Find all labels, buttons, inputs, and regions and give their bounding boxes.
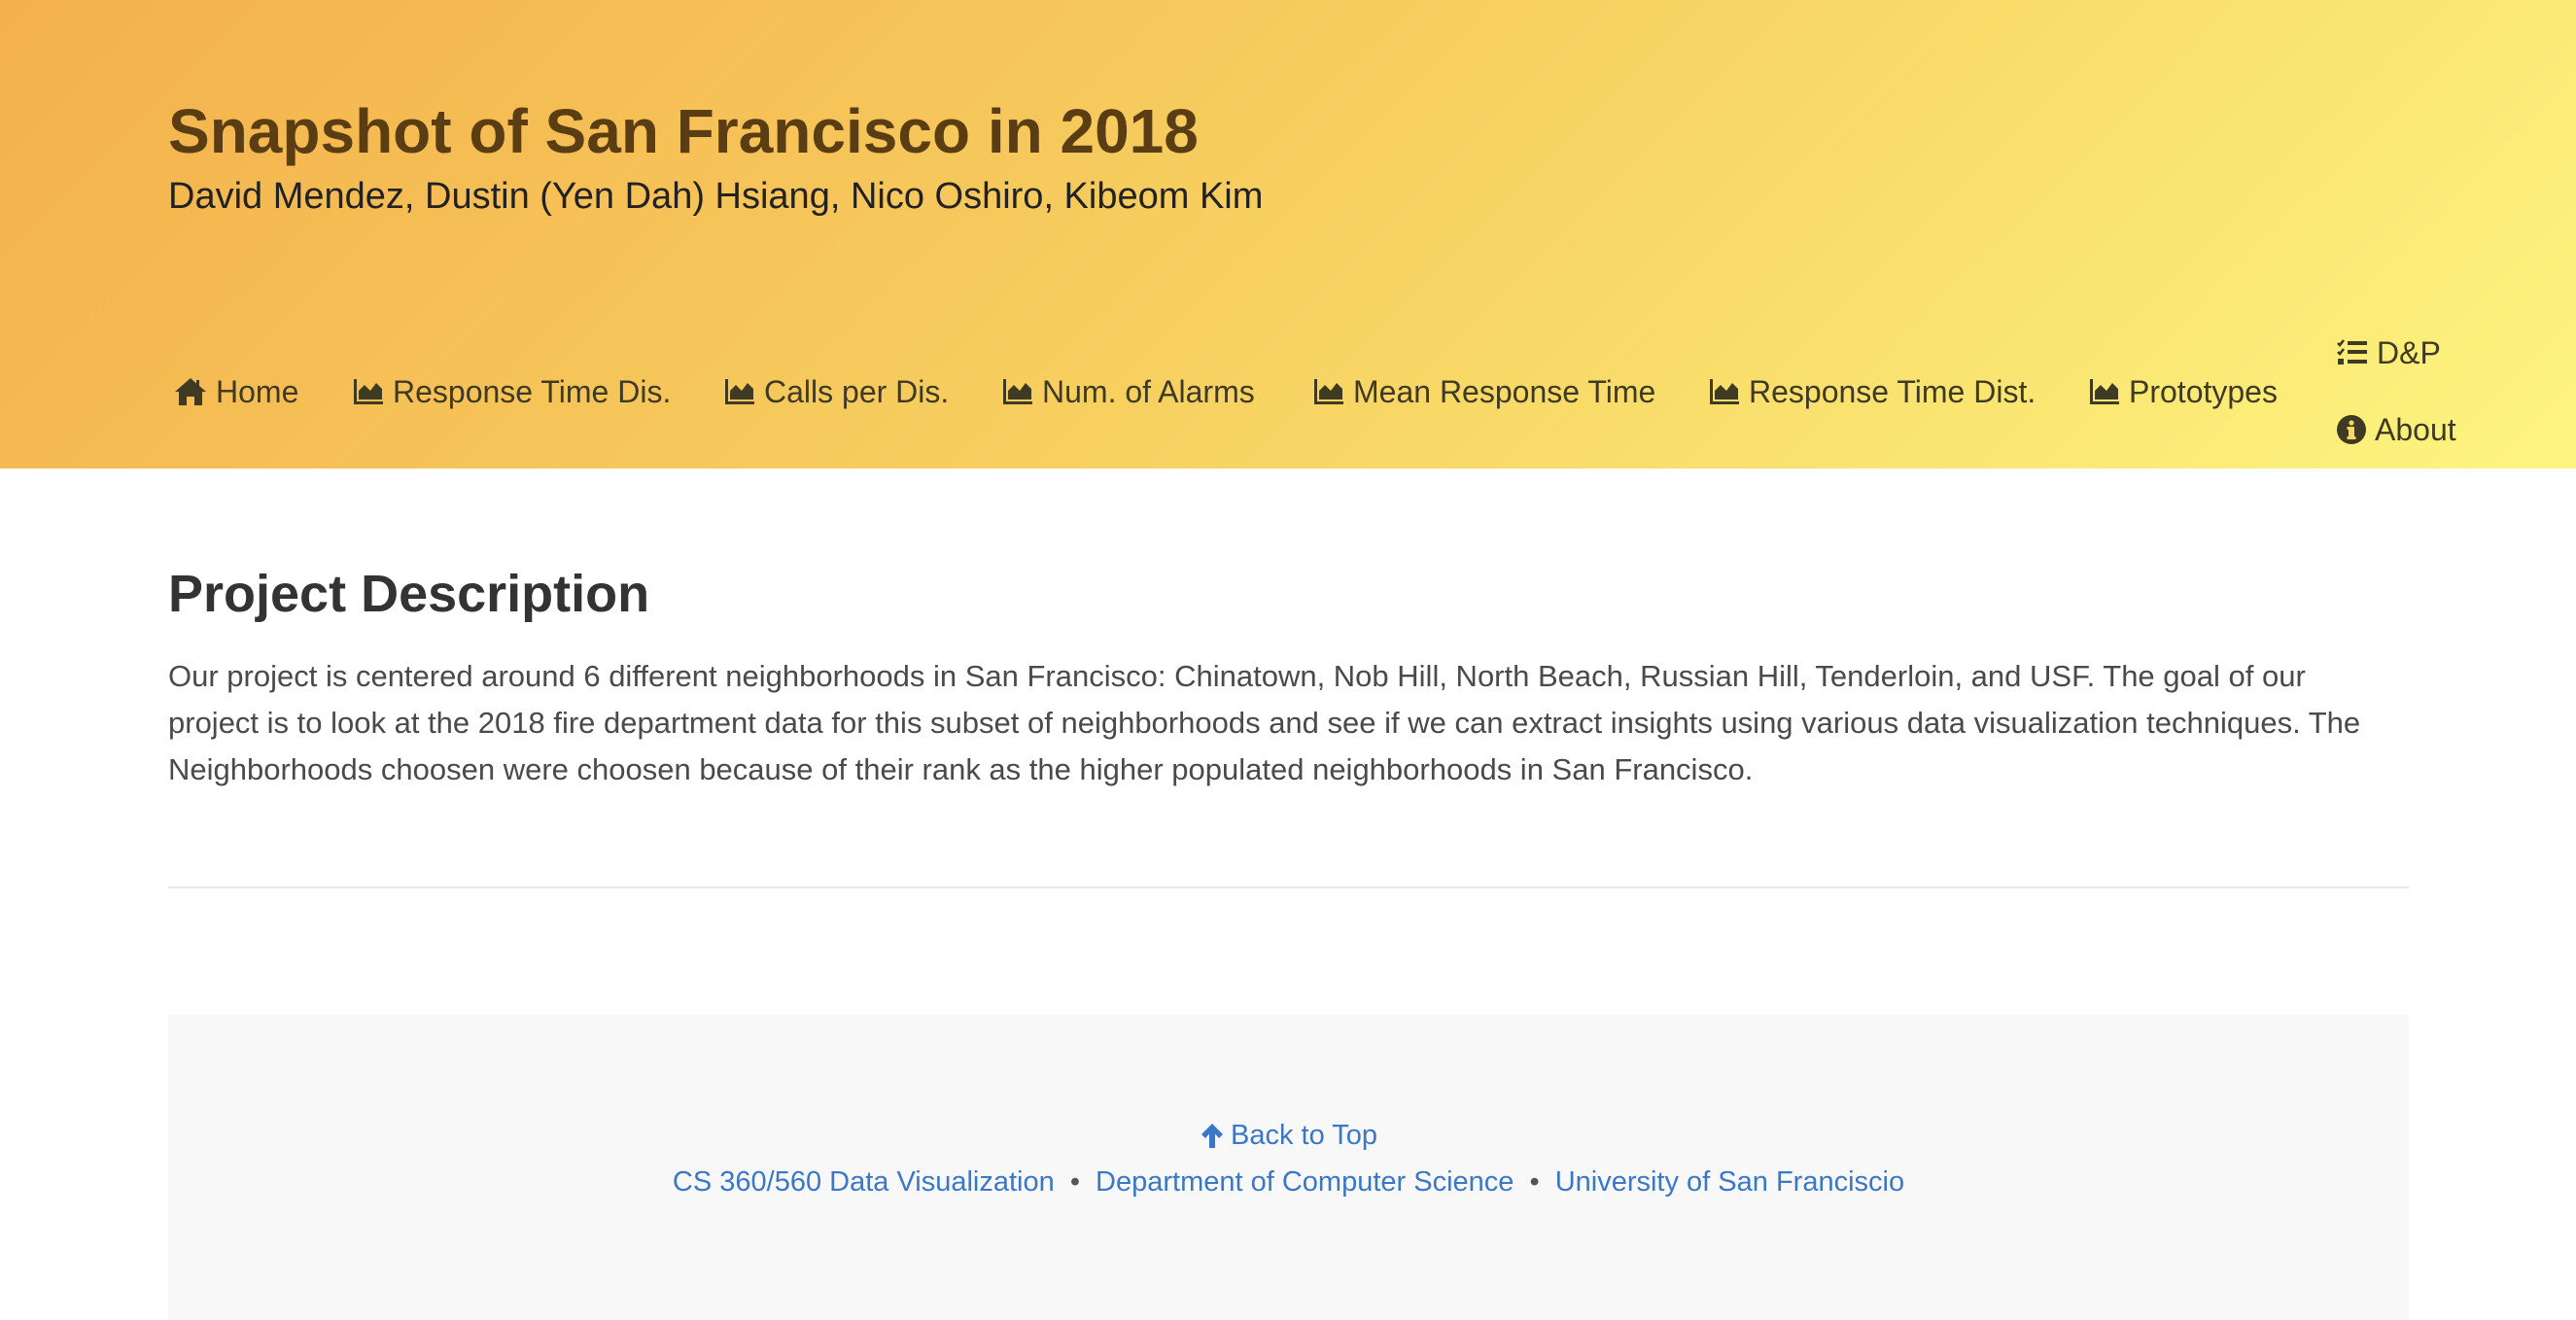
back-to-top-link[interactable]: Back to Top — [1200, 1114, 1377, 1157]
area-chart-icon — [1710, 379, 1739, 404]
nav-item-about[interactable]: About — [2336, 408, 2456, 451]
nav-label: About — [2375, 411, 2456, 447]
nav-label: D&P — [2377, 334, 2441, 370]
nav-label: Response Time Dis. — [393, 373, 672, 409]
nav-item-dp[interactable]: D&P — [2336, 331, 2441, 374]
nav-item-home[interactable]: Home — [173, 370, 298, 413]
nav-item-num-of-alarms[interactable]: Num. of Alarms — [1001, 370, 1255, 413]
project-description: Our project is centered around 6 differe… — [168, 659, 2361, 786]
nav-label: Home — [216, 373, 299, 409]
nav-item-response-time-dis[interactable]: Response Time Dis. — [352, 370, 671, 413]
arrow-up-icon — [1201, 1124, 1223, 1148]
page-title: Snapshot of San Francisco in 2018 — [168, 96, 1199, 166]
area-chart-icon — [725, 379, 754, 404]
section-title: Project Description — [168, 565, 650, 623]
separator: • — [1069, 1166, 1080, 1198]
nav-item-mean-response-time[interactable]: Mean Response Time — [1312, 370, 1655, 413]
page-header: Snapshot of San Francisco in 2018 David … — [0, 0, 2576, 469]
nav-label: Prototypes — [2129, 373, 2278, 409]
back-to-top-label: Back to Top — [1230, 1120, 1377, 1151]
nav-label: Calls per Dis. — [764, 373, 950, 409]
university-link[interactable]: University of San Franciscio — [1555, 1166, 1904, 1198]
department-link[interactable]: Department of Computer Science — [1096, 1166, 1514, 1198]
page-footer: Back to Top CS 360/560 Data Visualizatio… — [168, 1015, 2409, 1320]
area-chart-icon — [1314, 379, 1343, 404]
course-link[interactable]: CS 360/560 Data Visualization — [673, 1166, 1055, 1198]
nav-item-response-time-dist[interactable]: Response Time Dist. — [1708, 370, 2036, 413]
nav-label: Num. of Alarms — [1042, 373, 1255, 409]
area-chart-icon — [2090, 379, 2119, 404]
nav-label: Response Time Dist. — [1749, 373, 2036, 409]
authors-subtitle: David Mendez, Dustin (Yen Dah) Hsiang, N… — [168, 176, 1264, 217]
divider — [168, 886, 2409, 888]
nav-label: Mean Response Time — [1353, 373, 1656, 409]
nav-item-prototypes[interactable]: Prototypes — [2088, 370, 2278, 413]
tasks-icon — [2337, 339, 2367, 365]
area-chart-icon — [354, 379, 383, 404]
nav-item-calls-per-dis[interactable]: Calls per Dis. — [723, 370, 949, 413]
area-chart-icon — [1003, 379, 1032, 404]
info-circle-icon — [2337, 415, 2366, 444]
separator: • — [1529, 1166, 1540, 1198]
home-icon — [175, 378, 206, 405]
